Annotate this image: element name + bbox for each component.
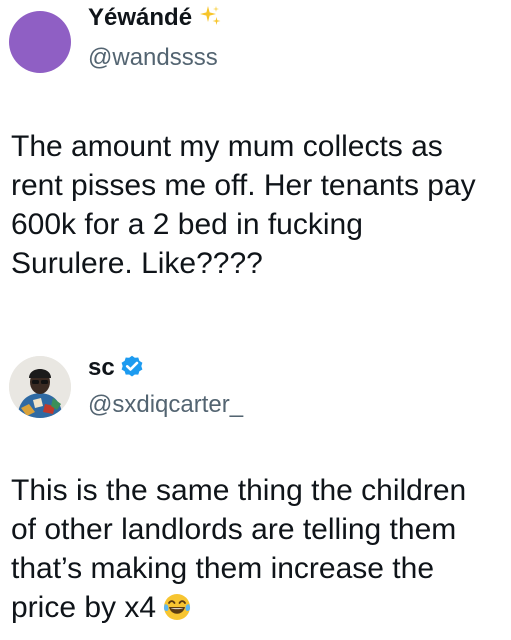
sparkles-icon — [200, 6, 221, 25]
tweet-text-line: The amount my mum collects as — [11, 130, 443, 163]
handle[interactable]: @wandssss — [88, 44, 218, 72]
tweet-text-line: rent pisses me off. Her tenants pay — [11, 169, 476, 202]
verified-badge-icon — [121, 355, 143, 377]
display-name[interactable]: Yéwándé — [88, 4, 222, 32]
avatar[interactable] — [9, 11, 71, 73]
display-name-text[interactable]: Yéwándé — [88, 4, 192, 31]
tweet-text-line: This is the same thing the children — [11, 474, 467, 507]
display-name-text[interactable]: sc — [88, 354, 115, 381]
tweet-text-line: price by x4 — [11, 591, 157, 624]
handle[interactable]: @sxdiqcarter_ — [88, 391, 243, 419]
tweet-text-line: that’s making them increase the — [11, 552, 435, 585]
avatar[interactable] — [9, 356, 71, 418]
tweet-text-line: Surulere. Like???? — [11, 247, 263, 280]
tears-of-joy-emoji-icon — [164, 594, 191, 620]
tweet-text-last-line: price by x4 — [11, 588, 501, 627]
avatar-photo-icon — [9, 356, 71, 418]
tweet-text: This is the same thing the children of o… — [11, 471, 501, 627]
tweet-text-line: 600k for a 2 bed in fucking — [11, 208, 363, 241]
display-name[interactable]: sc — [88, 353, 145, 382]
tweet-text-line: of other landlords are telling them — [11, 513, 457, 546]
tweet-text: The amount my mum collects as rent pisse… — [11, 127, 501, 283]
